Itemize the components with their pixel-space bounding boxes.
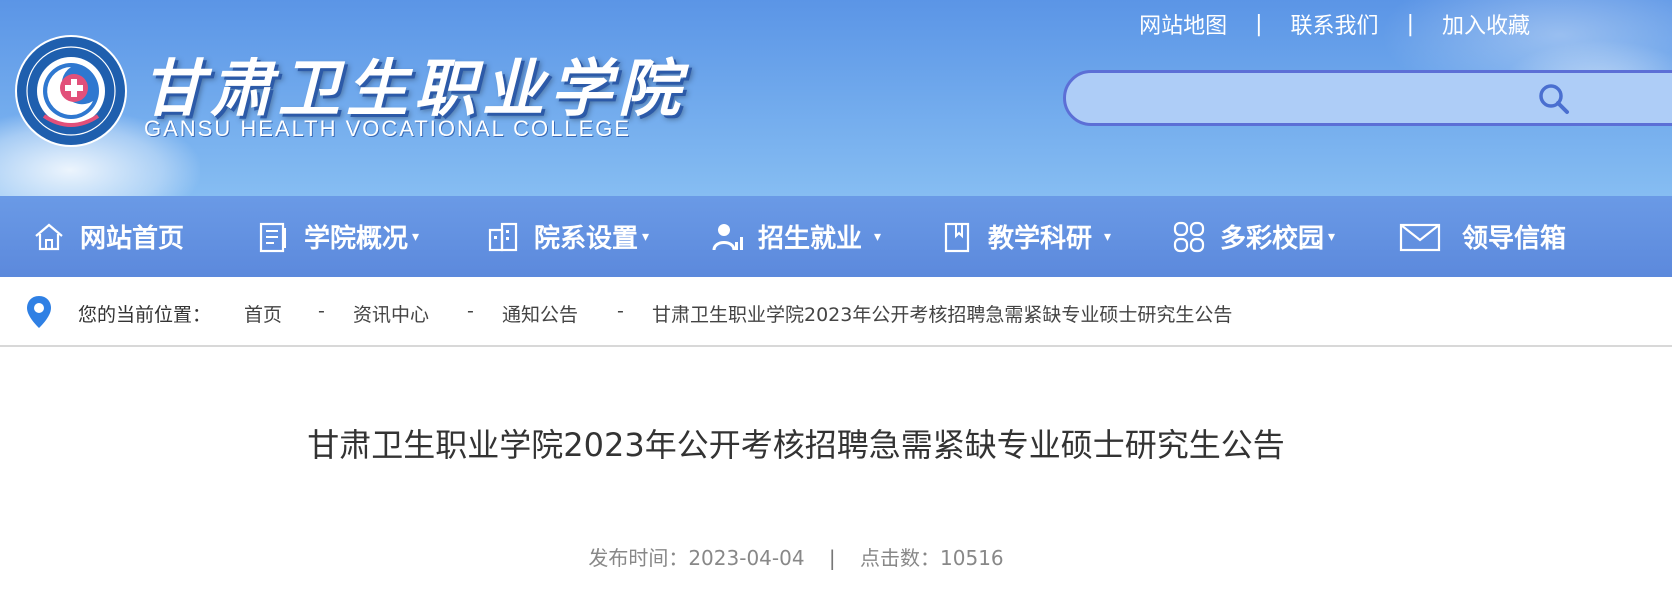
nav-item-label: 招生就业 [758,224,863,254]
breadcrumb-news-center[interactable]: 资讯中心 [353,300,429,327]
chevron-down-icon: ▾ [1104,228,1112,245]
chevron-down-icon: ▾ [1328,228,1336,245]
breadcrumb-separator: - [617,300,624,322]
nav-item-label: 教学科研 [988,224,1093,254]
article-meta: 发布时间：2023-04-04 | 点击数：10516 [0,542,1592,571]
chevron-down-icon: ▾ [412,228,420,245]
search-input[interactable] [1090,81,1530,115]
search-box[interactable] [1063,70,1672,126]
nav-item-campus[interactable]: 多彩校园 ▾ [1172,196,1335,277]
main-nav: 网站首页 学院概况 ▾ 院系设置 ▾ 招生就业 ▾ 教学科研 ▾ 多彩校园 ▾ … [0,196,1672,277]
nav-item-label: 领导信箱 [1462,224,1567,254]
publish-date: 2023-04-04 [688,546,805,570]
meta-separator: | [828,546,836,570]
nav-item-label: 学院概况 [304,224,409,254]
college-name-english: GANSU HEALTH VOCATIONAL COLLEGE [144,116,632,141]
publish-time-label: 发布时间： [588,546,689,570]
breadcrumb-separator: - [318,300,325,322]
college-seal-logo[interactable] [14,34,128,148]
document-icon [259,222,286,252]
nav-item-home[interactable]: 网站首页 [32,196,184,277]
nav-item-about[interactable]: 学院概况 ▾ [256,196,419,277]
chevron-down-icon: ▾ [642,228,650,245]
nav-item-admissions[interactable]: 招生就业 ▾ [710,196,881,277]
breadcrumb: 您的当前位置： 首页 - 资讯中心 - 通知公告 - 甘肃卫生职业学院2023年… [0,277,1672,347]
grid-icon [1173,221,1205,252]
breadcrumb-notices[interactable]: 通知公告 [502,300,578,327]
site-map-link[interactable]: 网站地图 [1139,8,1227,40]
college-name-chinese: 甘肃卫生职业学院 [142,52,687,125]
breadcrumb-home[interactable]: 首页 [244,300,282,327]
breadcrumb-current-page: 甘肃卫生职业学院2023年公开考核招聘急需紧缺专业硕士研究生公告 [652,304,1233,326]
building-icon [488,222,518,251]
mail-icon [1399,223,1441,251]
nav-item-teaching[interactable]: 教学科研 ▾ [940,196,1111,277]
chevron-down-icon: ▾ [874,228,882,245]
add-favorite-link[interactable]: 加入收藏 [1442,8,1530,40]
contact-us-link[interactable]: 联系我们 [1291,8,1379,40]
article-title: 甘肃卫生职业学院2023年公开考核招聘急需紧缺专业硕士研究生公告 [307,426,1285,464]
top-link-separator: | [1255,11,1263,37]
search-icon[interactable] [1536,81,1572,117]
location-pin-icon [27,296,51,328]
top-links: 网站地图 | 联系我们 | 加入收藏 [1139,8,1530,40]
breadcrumb-prefix: 您的当前位置： [78,304,212,326]
book-icon [944,222,970,252]
nav-item-label: 网站首页 [80,224,185,254]
top-link-separator: | [1406,11,1414,37]
home-icon [35,223,63,250]
breadcrumb-separator: - [467,300,474,322]
nav-item-departments[interactable]: 院系设置 ▾ [486,196,649,277]
person-chart-icon [712,223,743,250]
nav-item-label: 多彩校园 [1220,224,1325,254]
views-label: 点击数： [860,546,941,570]
views-count: 10516 [940,546,1004,570]
nav-item-label: 院系设置 [534,224,639,254]
nav-item-leader-mailbox[interactable]: 领导信箱 [1398,196,1566,277]
